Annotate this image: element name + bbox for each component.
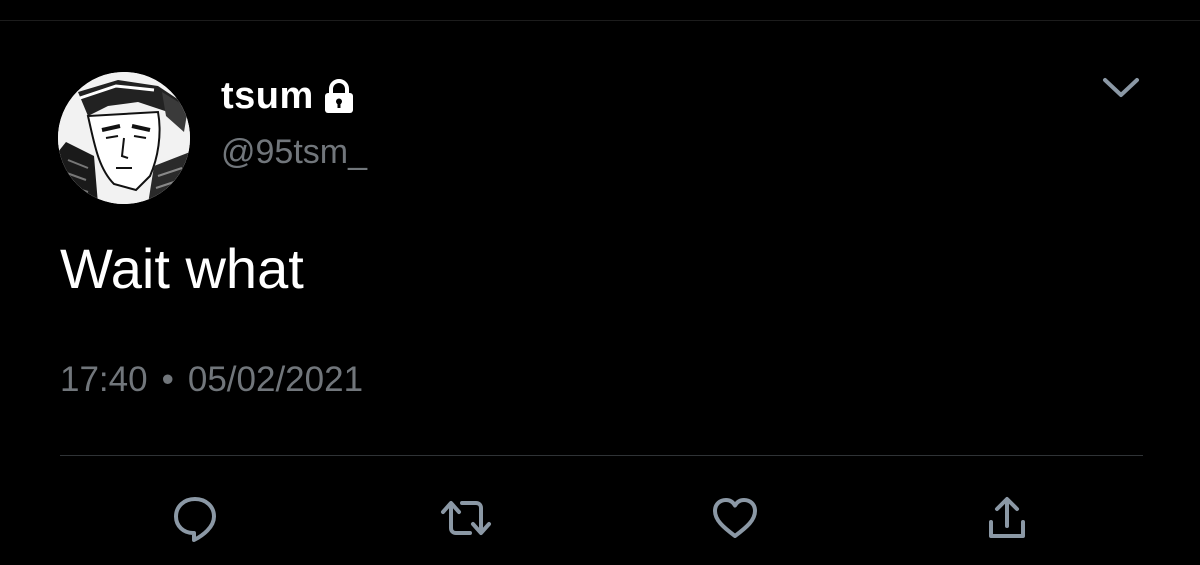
- tweet-timestamp[interactable]: 17:40 • 05/02/2021: [60, 360, 363, 400]
- like-button[interactable]: [705, 490, 765, 546]
- top-divider: [0, 20, 1200, 21]
- share-button[interactable]: [977, 490, 1037, 546]
- tweet-time: 17:40: [60, 360, 148, 399]
- more-options-button[interactable]: [1093, 66, 1149, 110]
- display-name-row[interactable]: tsum: [221, 72, 358, 120]
- reply-button[interactable]: [165, 490, 225, 546]
- heart-icon: [713, 498, 757, 538]
- retweet-icon: [441, 501, 491, 535]
- timestamp-separator: •: [161, 360, 174, 399]
- share-icon: [989, 497, 1025, 538]
- reply-icon: [174, 497, 216, 542]
- retweet-button[interactable]: [436, 490, 496, 546]
- lock-icon: [320, 77, 358, 115]
- user-handle[interactable]: @95tsm_: [221, 133, 367, 172]
- display-name[interactable]: tsum: [221, 75, 314, 118]
- avatar-illustration: [58, 72, 190, 204]
- tweet-date: 05/02/2021: [187, 360, 364, 399]
- chevron-down-icon: [1103, 78, 1139, 97]
- avatar[interactable]: [58, 72, 190, 204]
- actions-divider: [60, 455, 1143, 456]
- tweet-text: Wait what: [60, 237, 304, 300]
